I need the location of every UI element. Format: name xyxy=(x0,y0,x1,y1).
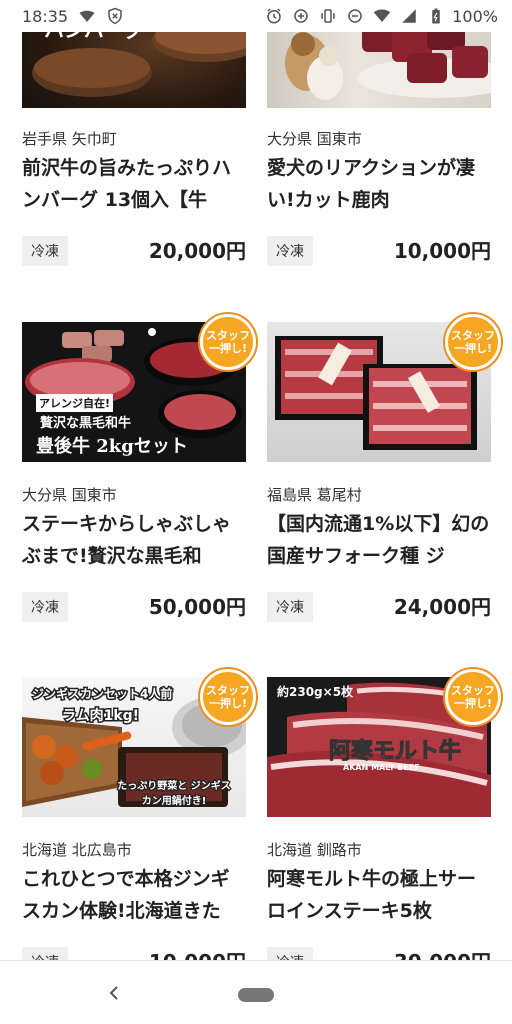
product-price: 10,000円 xyxy=(393,239,491,263)
product-image-caption: アレンジ自在! xyxy=(36,394,114,412)
storage-tag: 冷凍 xyxy=(267,592,313,622)
product-title[interactable]: 阿寒モルト牛の極上サーロインステーキ5枚 xyxy=(267,863,493,927)
chevron-left-icon[interactable] xyxy=(100,979,128,1007)
alarm-icon xyxy=(265,7,283,25)
storage-tag: 冷凍 xyxy=(22,592,68,622)
status-bar: 18:35 100% xyxy=(0,0,512,32)
product-image-subtext: 約230g×5枚 xyxy=(277,685,354,699)
wifi-full-icon xyxy=(373,7,391,25)
product-location: 大分県 国東市 xyxy=(22,486,117,504)
product-location: 北海道 北広島市 xyxy=(22,841,132,859)
product-image-caption: たっぷり野菜と ジンギスカン用鍋付き! xyxy=(116,780,232,809)
product-location: 福島県 葛尾村 xyxy=(267,486,362,504)
product-image-text: ジンギスカンセット4人前 xyxy=(30,686,173,703)
storage-tag: 冷凍 xyxy=(22,236,68,266)
product-price: 50,000円 xyxy=(148,595,246,619)
product-price: 24,000円 xyxy=(393,595,491,619)
staff-pick-badge: スタッフ 一押し! xyxy=(200,314,256,370)
product-location: 北海道 釧路市 xyxy=(267,841,362,859)
product-image-text: 豊後牛 2kgセット xyxy=(36,436,188,457)
product-location: 大分県 国東市 xyxy=(267,130,362,148)
product-image-subtext: 贅沢な黒毛和牛 xyxy=(40,416,132,431)
wifi-icon xyxy=(78,7,96,25)
product-title[interactable]: 【国内流通1%以下】幻の国産サフォーク種 ジ xyxy=(267,508,493,572)
data-saver-icon xyxy=(292,7,310,25)
product-title[interactable]: ステーキからしゃぶしゃぶまで!贅沢な黒毛和 xyxy=(22,508,248,572)
product-title[interactable]: 前沢牛の旨みたっぷりハンバーグ 13個入【牛 xyxy=(22,152,248,216)
shield-icon xyxy=(106,7,124,25)
dnd-icon xyxy=(346,7,364,25)
signal-icon xyxy=(400,7,418,25)
staff-pick-badge: スタッフ 一押し! xyxy=(200,669,256,725)
home-pill-icon[interactable] xyxy=(238,988,274,1002)
product-price: 20,000円 xyxy=(148,239,246,263)
vibrate-icon xyxy=(319,7,337,25)
battery-level: 100% xyxy=(452,6,498,26)
navigation-bar xyxy=(0,960,512,1024)
staff-pick-badge: スタッフ 一押し! xyxy=(445,669,501,725)
storage-tag: 冷凍 xyxy=(267,236,313,266)
product-image-text: 阿寒モルト牛 xyxy=(328,738,462,765)
product-title[interactable]: これひとつで本格ジンギスカン体験!北海道きた xyxy=(22,863,248,927)
staff-pick-badge: スタッフ 一押し! xyxy=(445,314,501,370)
product-image-subtext: ラム肉1kg! xyxy=(60,707,140,726)
product-image-caption: AKAN MALT BEEF xyxy=(343,763,420,772)
product-location: 岩手県 矢巾町 xyxy=(22,130,117,148)
battery-icon xyxy=(427,7,445,25)
status-time: 18:35 xyxy=(22,6,69,26)
product-title[interactable]: 愛犬のリアクションが凄い!カット鹿肉 xyxy=(267,152,493,216)
